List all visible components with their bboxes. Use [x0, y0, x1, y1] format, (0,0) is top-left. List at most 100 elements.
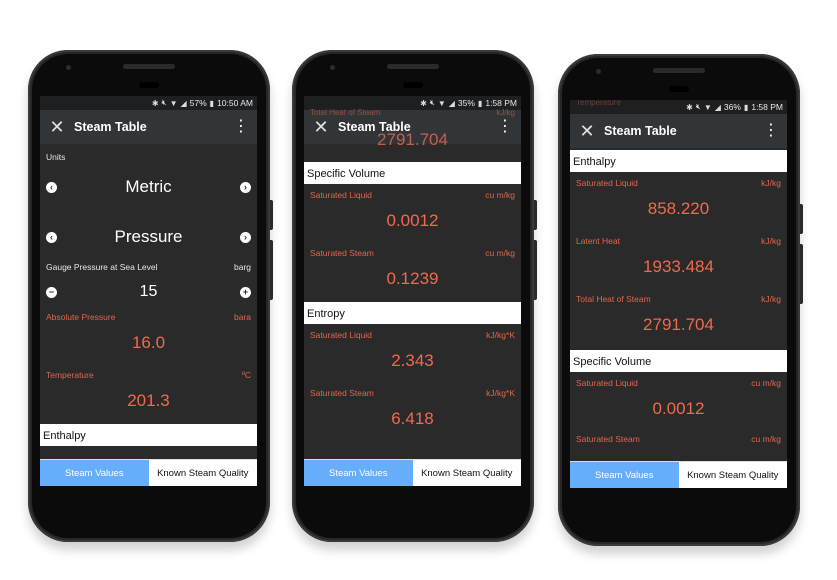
chevron-left-icon[interactable]: ‹	[46, 231, 57, 243]
volume-button	[270, 200, 273, 230]
phone-3: ✱ 🔇︎ ▼ ◢ 36% ▮ 1:58 PM Temperature ✕ Ste…	[558, 54, 803, 546]
bluetooth-icon: ✱	[686, 102, 693, 112]
speaker-grille	[653, 68, 705, 73]
gauge-pressure-label: Gauge Pressure at Sea Level	[46, 262, 158, 272]
app-bar: ✕ Steam Table ⋮	[40, 110, 257, 144]
wifi-icon: ▼	[703, 102, 712, 112]
camera-icon	[596, 69, 601, 74]
absolute-pressure-unit: bara	[233, 312, 251, 322]
row-unit: kJ/kg	[761, 236, 781, 246]
content: Specific Volume Saturated Liquid cu m/kg…	[304, 144, 521, 440]
chevron-left-icon[interactable]: ‹	[46, 181, 57, 193]
row-value: 0.0012	[652, 399, 705, 418]
bluetooth-icon: ✱	[420, 98, 427, 108]
row-value: 858.220	[647, 199, 710, 218]
mode-value: Pressure	[114, 227, 183, 246]
battery-percent: 36%	[723, 102, 741, 112]
gauge-pressure-unit: barg	[233, 262, 251, 272]
volume-button	[534, 200, 537, 230]
row-value: 1933.484	[643, 257, 714, 276]
clock: 1:58 PM	[485, 98, 517, 108]
absolute-pressure-label: Absolute Pressure	[46, 312, 116, 322]
phone-1: ✱ 🔇︎ ▼ ◢ 57% ▮ 10:50 AM ✕ Steam Table ⋮ …	[28, 50, 273, 542]
temperature-label: Temperature	[46, 370, 94, 380]
mute-icon: 🔇︎	[695, 102, 701, 111]
section-header: Entropy	[304, 302, 521, 324]
row-value: 2.343	[391, 351, 434, 370]
content: Enthalpy Saturated Liquid kJ/kg 858.220 …	[570, 148, 787, 444]
tab-steam-values[interactable]: Steam Values	[304, 460, 413, 486]
tab-known-steam-quality[interactable]: Known Steam Quality	[148, 460, 257, 486]
app-title: Steam Table	[74, 120, 147, 134]
units-value: Metric	[125, 177, 172, 196]
signal-icon: ◢	[180, 98, 187, 108]
row-unit: cu m/kg	[751, 434, 781, 444]
row-label: Saturated Steam	[576, 434, 640, 444]
battery-icon: ▮	[743, 102, 749, 112]
scrolled-label: Temperature	[576, 100, 621, 107]
more-options-icon[interactable]: ⋮	[763, 123, 779, 139]
wifi-icon: ▼	[169, 98, 178, 108]
section-header: Enthalpy	[40, 424, 257, 446]
app-title: Steam Table	[604, 124, 677, 138]
row-value: 6.418	[391, 409, 434, 428]
battery-icon: ▮	[477, 98, 483, 108]
clock: 1:58 PM	[751, 102, 783, 112]
signal-icon: ◢	[448, 98, 455, 108]
clock: 10:50 AM	[217, 98, 253, 108]
tab-known-steam-quality[interactable]: Known Steam Quality	[412, 460, 521, 486]
sensor	[139, 82, 159, 88]
chevron-right-icon[interactable]: ›	[240, 231, 251, 243]
row-unit: cu m/kg	[485, 248, 515, 258]
bottom-tabs: Steam Values Known Steam Quality	[40, 459, 257, 486]
section-header: Specific Volume	[304, 162, 521, 184]
close-icon[interactable]: ✕	[46, 118, 68, 136]
tab-steam-values[interactable]: Steam Values	[570, 462, 679, 488]
absolute-pressure-value: 16.0	[131, 333, 166, 352]
more-options-icon[interactable]: ⋮	[233, 119, 249, 135]
row-label: Saturated Liquid	[310, 330, 372, 340]
content: Units ‹ Metric › ‹ Pressure › Gauge Pres…	[40, 144, 257, 446]
gauge-pressure-stepper: − 15 +	[40, 272, 257, 312]
battery-percent: 35%	[457, 98, 475, 108]
app-bar: ✕ Steam Table ⋮	[570, 114, 787, 148]
chevron-right-icon[interactable]: ›	[240, 181, 251, 193]
phone-2: ✱ 🔇︎ ▼ ◢ 35% ▮ 1:58 PM Total Heat of Ste…	[292, 50, 537, 542]
minus-icon[interactable]: −	[46, 286, 57, 298]
scrolled-value: 2791.704	[377, 130, 448, 149]
row-unit: cu m/kg	[751, 378, 781, 388]
scrolled-unit: kJ/kg	[496, 108, 515, 117]
row-value: 2791.704	[643, 315, 714, 334]
plus-icon[interactable]: +	[239, 286, 251, 298]
screen: ✱ 🔇︎ ▼ ◢ 36% ▮ 1:58 PM Temperature ✕ Ste…	[570, 100, 787, 488]
signal-icon: ◢	[714, 102, 721, 112]
section-header: Enthalpy	[570, 150, 787, 172]
close-icon[interactable]: ✕	[576, 122, 598, 140]
camera-icon	[330, 65, 335, 70]
screen: ✱ 🔇︎ ▼ ◢ 35% ▮ 1:58 PM Total Heat of Ste…	[304, 96, 521, 486]
row-unit: kJ/kg*K	[486, 388, 515, 398]
bottom-tabs: Steam Values Known Steam Quality	[570, 461, 787, 488]
power-button	[534, 240, 537, 300]
row-unit: kJ/kg	[761, 294, 781, 304]
row-unit: kJ/kg*K	[486, 330, 515, 340]
scrolled-label: Total Heat of Steam	[310, 108, 381, 117]
mute-icon: 🔇︎	[161, 98, 167, 107]
tab-steam-values[interactable]: Steam Values	[40, 460, 149, 486]
units-label: Units	[46, 152, 66, 162]
row-unit: kJ/kg	[761, 178, 781, 188]
row-label: Latent Heat	[576, 236, 620, 246]
bottom-tabs: Steam Values Known Steam Quality	[304, 459, 521, 486]
units-selector: ‹ Metric ›	[40, 162, 257, 212]
mode-selector: ‹ Pressure ›	[40, 212, 257, 262]
row-value: 0.1239	[386, 269, 439, 288]
temperature-value: 201.3	[127, 391, 170, 410]
status-bar: ✱ 🔇︎ ▼ ◢ 57% ▮ 10:50 AM	[40, 96, 257, 110]
row-value: 0.0012	[386, 211, 439, 230]
battery-icon: ▮	[209, 98, 215, 108]
section-header: Specific Volume	[570, 350, 787, 372]
volume-button	[800, 204, 803, 234]
gauge-pressure-value[interactable]: 15	[140, 283, 158, 301]
tab-known-steam-quality[interactable]: Known Steam Quality	[678, 462, 787, 488]
mute-icon: 🔇︎	[429, 98, 435, 107]
